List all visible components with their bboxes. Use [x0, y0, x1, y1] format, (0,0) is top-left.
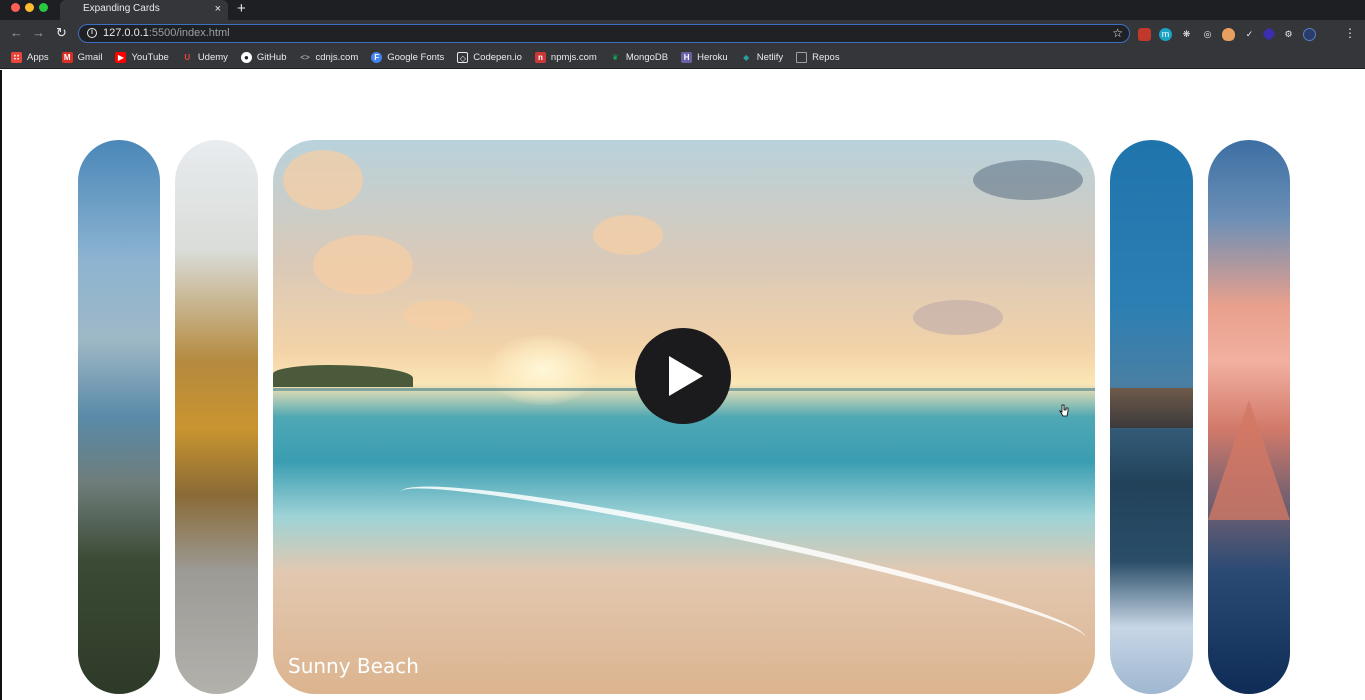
- card-panel-mountains[interactable]: [1208, 140, 1290, 694]
- heroku-icon: H: [681, 52, 693, 63]
- bookmark-mongodb[interactable]: ❦ MongoDB: [610, 52, 668, 63]
- bookmark-label: Codepen.io: [473, 52, 522, 63]
- bookmark-heroku[interactable]: H Heroku: [681, 52, 728, 63]
- extension-red-icon[interactable]: [1138, 27, 1151, 41]
- play-button[interactable]: [635, 328, 731, 424]
- extension-orange-icon[interactable]: [1222, 27, 1235, 41]
- udemy-icon: U: [184, 53, 191, 62]
- card-panel-city-lake[interactable]: [1110, 140, 1193, 694]
- bookmark-repos[interactable]: Repos: [796, 52, 840, 63]
- bookmark-label: npmjs.com: [550, 52, 597, 63]
- mongodb-leaf-icon: ❦: [611, 53, 619, 62]
- bookmarks-bar: ∷ Apps M Gmail ▶ YouTube U Udemy ● GitHu…: [0, 47, 1365, 69]
- city-skyline: [1110, 388, 1193, 428]
- address-bar[interactable]: i 127.0.0.1:5500/index.html ☆: [78, 24, 1130, 43]
- bookmark-label: Netlify: [756, 52, 784, 63]
- sun-glow: [488, 335, 598, 405]
- url-path: :5500/index.html: [148, 27, 230, 39]
- google-fonts-icon: F: [371, 52, 383, 63]
- site-info-icon[interactable]: i: [87, 28, 97, 38]
- cloud-shape: [283, 150, 363, 210]
- bookmark-codepen[interactable]: ◇ Codepen.io: [457, 52, 522, 63]
- bookmark-cdnjs[interactable]: <> cdnjs.com: [299, 52, 358, 63]
- bookmark-label: Google Fonts: [387, 52, 445, 63]
- bookmark-star-icon[interactable]: ☆: [1112, 25, 1123, 42]
- youtube-icon: ▶: [115, 52, 127, 63]
- browser-toolbar: ← → ↻ i 127.0.0.1:5500/index.html ☆ m ❋ …: [0, 20, 1365, 47]
- bookmark-label: Udemy: [197, 52, 228, 63]
- play-icon: [669, 356, 703, 396]
- extension-gear-icon[interactable]: ❋: [1180, 28, 1193, 41]
- mouse-cursor-icon: [1059, 404, 1069, 417]
- bookmark-google-fonts[interactable]: F Google Fonts: [371, 52, 444, 63]
- bookmark-label: cdnjs.com: [315, 52, 359, 63]
- tab-title: Expanding Cards: [83, 3, 160, 14]
- back-arrow-icon[interactable]: ←: [10, 25, 23, 41]
- bookmark-label: Heroku: [697, 52, 728, 63]
- bookmark-label: YouTube: [131, 52, 169, 63]
- gmail-icon: M: [61, 52, 73, 63]
- forward-arrow-icon[interactable]: →: [32, 25, 45, 41]
- folder-icon: [796, 52, 808, 63]
- bookmark-github[interactable]: ● GitHub: [240, 52, 287, 63]
- bookmark-udemy[interactable]: U Udemy: [182, 52, 228, 63]
- bookmark-npmjs[interactable]: n npmjs.com: [534, 52, 597, 63]
- extension-diamond-icon[interactable]: [1261, 26, 1277, 42]
- bookmark-label: GitHub: [256, 52, 287, 63]
- zoom-window-button[interactable]: [39, 3, 48, 12]
- palm-tree-headland: [273, 365, 413, 387]
- extension-check-icon[interactable]: ✓: [1243, 28, 1256, 41]
- extensions-bar: m ❋ ◎ ✓ ⚙: [1138, 26, 1316, 42]
- reload-icon[interactable]: ↻: [56, 25, 67, 41]
- cloud-shape: [913, 300, 1003, 335]
- browser-tab-bar: Expanding Cards × +: [0, 0, 1365, 20]
- bookmark-label: Apps: [27, 52, 49, 63]
- tab-close-icon[interactable]: ×: [215, 0, 221, 18]
- netlify-icon: ◆: [743, 53, 750, 62]
- tab-expanding-cards[interactable]: Expanding Cards ×: [60, 0, 228, 20]
- bookmark-netlify[interactable]: ◆ Netlify: [741, 52, 783, 63]
- apps-grid-icon: ∷: [11, 52, 22, 63]
- card-title: Sunny Beach: [288, 654, 419, 678]
- wave-foam: [394, 462, 1092, 668]
- minimize-window-button[interactable]: [25, 3, 34, 12]
- cloud-shape: [403, 300, 473, 330]
- new-tab-button[interactable]: +: [237, 0, 246, 18]
- bookmark-youtube[interactable]: ▶ YouTube: [115, 52, 169, 63]
- browser-menu-icon[interactable]: ⋮: [1344, 25, 1356, 41]
- extension-target-icon[interactable]: ◎: [1201, 28, 1214, 41]
- github-icon: ●: [240, 52, 252, 63]
- mountain-peak: [1208, 400, 1290, 520]
- card-panel-sunny-beach[interactable]: Sunny Beach: [273, 140, 1095, 694]
- bookmark-gmail[interactable]: M Gmail: [61, 52, 103, 63]
- extensions-puzzle-icon[interactable]: ⚙: [1282, 28, 1295, 41]
- card-panel-forest-path[interactable]: [175, 140, 258, 694]
- cloud-shape: [313, 235, 413, 295]
- codepen-icon: ◇: [457, 52, 469, 63]
- bookmark-apps[interactable]: ∷ Apps: [11, 52, 49, 63]
- npm-icon: n: [534, 52, 546, 63]
- bookmark-label: MongoDB: [625, 52, 669, 63]
- code-icon: <>: [300, 53, 310, 62]
- url-host: 127.0.0.1: [103, 27, 149, 39]
- bookmark-label: Repos: [812, 52, 840, 63]
- window-edge: [0, 70, 2, 700]
- cloud-shape: [593, 215, 663, 255]
- extension-m-icon[interactable]: m: [1159, 27, 1172, 41]
- close-window-button[interactable]: [11, 3, 20, 12]
- profile-avatar[interactable]: [1303, 27, 1316, 41]
- card-panel-coast-bridge[interactable]: [78, 140, 160, 694]
- bookmark-label: Gmail: [77, 52, 103, 63]
- cloud-shape: [973, 160, 1083, 200]
